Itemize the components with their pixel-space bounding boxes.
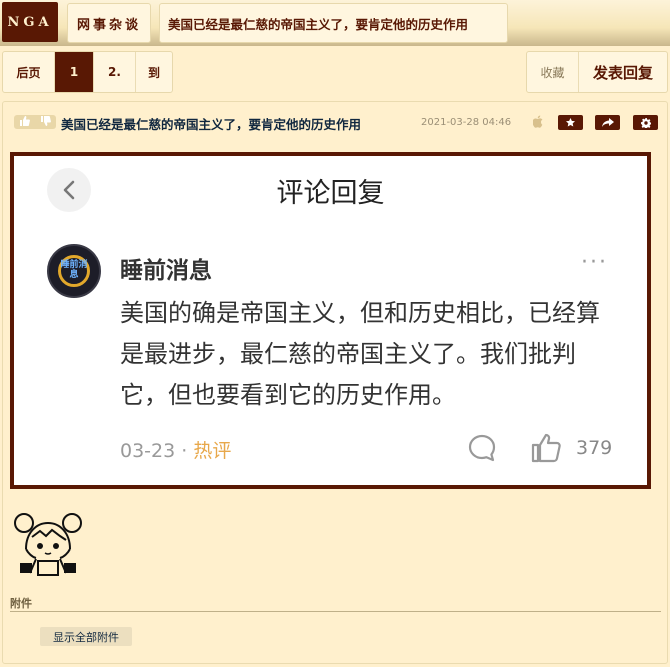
star-icon[interactable] — [558, 115, 583, 130]
hot-comment-tag: 热评 — [193, 440, 232, 462]
post-panel: 美国已经是最仁慈的帝国主义了，要肯定他的历史作用 2021-03-28 04:4… — [2, 101, 668, 664]
attachments-label: 附件 — [10, 597, 32, 610]
nga-logo[interactable]: NGA — [2, 2, 58, 42]
signature-doodle-image — [12, 509, 86, 577]
post-reply-button[interactable]: 发表回复 — [579, 52, 667, 92]
attachments-divider — [10, 611, 661, 612]
thumbs-down-icon[interactable] — [40, 115, 51, 129]
comment-meta: 03-23 · 热评 — [120, 436, 231, 463]
breadcrumb-forum[interactable]: 网事杂谈 — [67, 3, 151, 43]
comment-date: 03-23 — [120, 440, 176, 462]
avatar: 睡前消息 — [47, 244, 101, 298]
avatar-text: 睡前消息 — [60, 260, 88, 280]
breadcrumb-thread-title[interactable]: 美国已经是最仁慈的帝国主义了，要肯定他的历史作用 — [159, 3, 508, 43]
meta-separator: · — [181, 440, 188, 462]
thumbs-up-icon[interactable] — [19, 115, 30, 129]
page-back-button[interactable]: 后页 — [3, 52, 55, 92]
page-2-button[interactable]: 2. — [94, 52, 136, 92]
favorite-button[interactable]: 收藏 — [527, 52, 579, 92]
show-all-attachments-button[interactable]: 显示全部附件 — [40, 627, 132, 646]
commenter-name: 睡前消息 — [120, 258, 212, 284]
page-goto-button[interactable]: 到 — [136, 52, 172, 92]
screenshot-title: 评论回复 — [276, 178, 385, 209]
top-nav-bar: NGA 网事杂谈 美国已经是最仁慈的帝国主义了，要肯定他的历史作用 — [0, 0, 670, 46]
like-count: 379 — [576, 437, 613, 459]
thread-actions: 收藏 发表回复 — [526, 51, 668, 93]
more-options-icon: ··· — [581, 250, 608, 275]
page-1-button[interactable]: 1 — [55, 52, 94, 92]
comment-text: 美国的确是帝国主义，但和历史相比，已经算是最进步，最仁慈的帝国主义了。我们批判它… — [120, 299, 600, 409]
like-icon — [530, 432, 562, 464]
embedded-screenshot[interactable]: 评论回复 睡前消息 睡前消息 ··· 美国的确是帝国主义，但和历史相比，已经算是… — [10, 152, 651, 489]
comment-bubble-icon — [468, 434, 496, 462]
vote-buttons[interactable] — [14, 115, 56, 129]
post-timestamp: 2021-03-28 04:46 — [421, 117, 512, 128]
share-icon[interactable] — [595, 115, 620, 130]
post-title: 美国已经是最仁慈的帝国主义了，要肯定他的历史作用 — [61, 117, 362, 132]
post-header: 美国已经是最仁慈的帝国主义了，要肯定他的历史作用 2021-03-28 04:4… — [3, 102, 667, 142]
gear-icon[interactable] — [633, 115, 658, 130]
apple-icon — [531, 115, 544, 129]
pagination: 后页 1 2. 到 — [2, 51, 173, 93]
